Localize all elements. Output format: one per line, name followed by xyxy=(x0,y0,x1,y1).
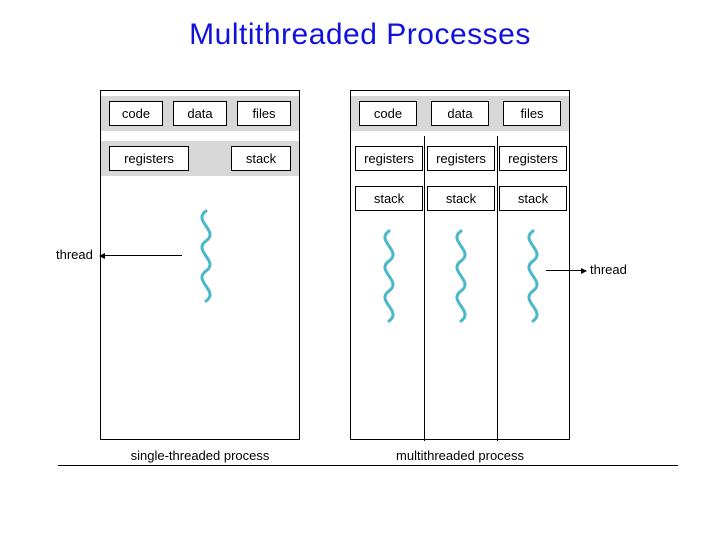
label: files xyxy=(252,106,275,121)
slide-title: Multithreaded Processes xyxy=(0,0,720,60)
multi-stack-3: stack xyxy=(499,186,567,211)
multi-files-cell: files xyxy=(503,101,561,126)
single-caption: single-threaded process xyxy=(100,448,300,463)
multi-stack-2: stack xyxy=(427,186,495,211)
diagram-stage: code data files registers stack thread s… xyxy=(0,60,720,530)
label: files xyxy=(520,106,543,121)
label: stack xyxy=(246,151,276,166)
single-registers-cell: registers xyxy=(109,146,189,171)
multi-code-cell: code xyxy=(359,101,417,126)
label: registers xyxy=(364,151,414,166)
multi-registers-2: registers xyxy=(427,146,495,171)
single-thread-arrow-icon xyxy=(100,255,182,256)
single-data-cell: data xyxy=(173,101,227,126)
multi-thread-squiggle-2-icon xyxy=(451,231,471,321)
label: data xyxy=(447,106,472,121)
label: stack xyxy=(446,191,476,206)
multi-vline-2 xyxy=(497,136,498,441)
multi-process-box: code data files registers registers regi… xyxy=(350,90,570,440)
multi-thread-squiggle-1-icon xyxy=(379,231,399,321)
single-stack-cell: stack xyxy=(231,146,291,171)
multi-stack-1: stack xyxy=(355,186,423,211)
single-thread-label: thread xyxy=(56,247,93,262)
label: code xyxy=(374,106,402,121)
label: registers xyxy=(436,151,486,166)
label: stack xyxy=(374,191,404,206)
single-code-cell: code xyxy=(109,101,163,126)
single-files-cell: files xyxy=(237,101,291,126)
baseline-rule xyxy=(58,465,678,466)
label: stack xyxy=(518,191,548,206)
multi-vline-1 xyxy=(424,136,425,441)
multi-registers-1: registers xyxy=(355,146,423,171)
single-process-box: code data files registers stack xyxy=(100,90,300,440)
label: registers xyxy=(124,151,174,166)
multi-thread-label: thread xyxy=(590,262,627,277)
multi-registers-3: registers xyxy=(499,146,567,171)
label: registers xyxy=(508,151,558,166)
multi-caption: multithreaded process xyxy=(350,448,570,463)
label: data xyxy=(187,106,212,121)
multi-thread-arrow-icon xyxy=(546,270,586,271)
multi-thread-squiggle-3-icon xyxy=(523,231,543,321)
single-thread-squiggle-icon xyxy=(196,211,216,301)
multi-data-cell: data xyxy=(431,101,489,126)
label: code xyxy=(122,106,150,121)
